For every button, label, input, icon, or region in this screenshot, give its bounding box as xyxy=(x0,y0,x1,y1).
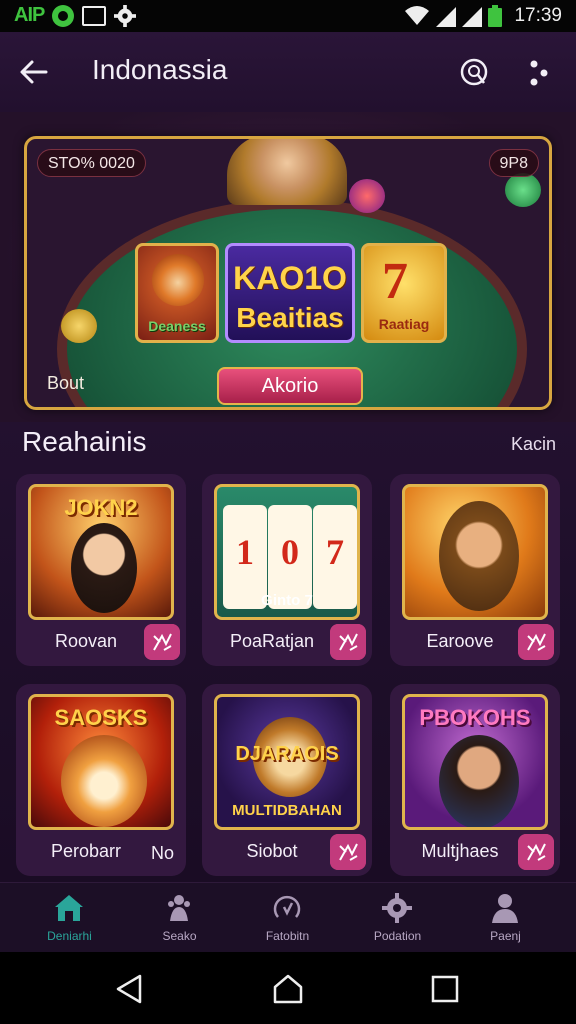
character-face xyxy=(439,501,519,611)
tile-right-number: 7 xyxy=(382,253,408,310)
status-app-text: AIP xyxy=(14,4,45,26)
nav-item-profile[interactable]: Paenj xyxy=(448,883,563,953)
banner-tag: Bout xyxy=(47,373,85,393)
recents-square-icon[interactable] xyxy=(428,972,462,1006)
game-card-label: Multjhaes xyxy=(421,841,499,861)
game-card[interactable]: SAOSKS Perobarr No xyxy=(16,684,186,876)
thumbnail-title: DJARAOIS xyxy=(235,743,339,765)
tile-center-bottom: Beaitias xyxy=(236,302,344,333)
signal-icon xyxy=(462,7,483,27)
thumbnail-subtitle: MULTIDBAHAN xyxy=(232,802,342,819)
nav-item-settings[interactable]: Podation xyxy=(340,883,455,953)
status-bar: AIP 17:39 xyxy=(0,0,576,32)
tile-right-label: Raatiag xyxy=(378,316,430,332)
nav-label: Podation xyxy=(373,929,422,943)
game-card[interactable]: PBOKOHS Multjhaes xyxy=(390,684,560,876)
game-thumbnail: JOKN2 xyxy=(28,484,174,620)
play-action-icon[interactable] xyxy=(518,834,554,870)
gear-icon xyxy=(114,4,137,27)
game-thumbnail: PBOKOHS xyxy=(402,694,548,830)
tile-left-label: Deaness xyxy=(148,318,206,334)
nav-item-home[interactable]: Deniarhi xyxy=(12,883,127,953)
dealer-figure xyxy=(227,139,347,205)
game-card-action-text[interactable]: No xyxy=(151,843,174,864)
game-thumbnail: DJARAOIS MULTIDBAHAN xyxy=(214,694,360,830)
back-arrow-icon[interactable] xyxy=(18,56,50,88)
banner-left-badge: STO% 0020 xyxy=(37,149,146,177)
game-card-label: Earoove xyxy=(426,631,494,651)
refresh-icon xyxy=(273,895,301,918)
character-face xyxy=(71,523,137,613)
chip-stack-icon xyxy=(505,173,541,207)
search-icon[interactable] xyxy=(458,56,492,90)
gear-icon xyxy=(382,893,412,923)
thumbnail-title: PBOKOHS xyxy=(419,705,531,730)
person-icon xyxy=(492,894,518,923)
tiger-face xyxy=(61,735,147,827)
game-thumbnail: 1 0 7 Ginto 7 xyxy=(214,484,360,620)
nav-item-refresh[interactable]: Fatobitn xyxy=(230,883,345,953)
game-card[interactable]: 1 0 7 Ginto 7 PoaRatjan xyxy=(202,474,372,666)
game-card[interactable]: Earoove xyxy=(390,474,560,666)
chip-stack-icon xyxy=(61,309,97,343)
play-action-icon[interactable] xyxy=(518,624,554,660)
page-title: Indonassia xyxy=(92,54,228,85)
lion-icon xyxy=(152,254,204,306)
nav-label: Deniarhi xyxy=(47,929,92,943)
back-triangle-icon[interactable] xyxy=(112,972,146,1006)
nav-item-users[interactable]: Seako xyxy=(122,883,237,953)
game-tile-seven[interactable]: 7 Raatiag xyxy=(361,243,447,343)
game-card-label: PoaRatjan xyxy=(229,631,315,651)
chip-stack-icon xyxy=(349,179,385,213)
character-face xyxy=(439,735,519,827)
game-card[interactable]: DJARAOIS MULTIDBAHAN Siobot xyxy=(202,684,372,876)
main-content: STO% 0020 9P8 Deaness KAO1O Beaitias 7 R… xyxy=(0,112,576,882)
system-navigation xyxy=(0,952,576,1024)
game-thumbnail xyxy=(402,484,548,620)
game-tile-lion[interactable]: Deaness xyxy=(135,243,219,343)
game-grid: JOKN2 Roovan 1 0 7 Ginto 7 PoaRatjan Ear… xyxy=(16,474,560,880)
battery-icon xyxy=(488,5,503,27)
status-time: 17:39 xyxy=(514,5,562,26)
image-icon xyxy=(82,5,107,26)
bottom-navigation: Deniarhi Seako Fatobitn Podation Paenj xyxy=(0,882,576,952)
game-thumbnail: SAOSKS xyxy=(28,694,174,830)
nav-label: Seako xyxy=(162,929,197,943)
section-title: Reahainis xyxy=(22,426,147,457)
home-circle-icon[interactable] xyxy=(271,972,305,1006)
game-card-label: Roovan xyxy=(54,631,118,651)
signal-icon xyxy=(436,7,457,27)
nav-label: Paenj xyxy=(490,929,521,943)
thumbnail-subtitle: Ginto 7 xyxy=(261,592,313,609)
game-card-label: Siobot xyxy=(246,841,298,861)
tile-center-top: KAO1O xyxy=(233,260,347,296)
banner-action-button[interactable]: Akorio xyxy=(217,367,363,405)
play-action-icon[interactable] xyxy=(330,834,366,870)
more-icon[interactable] xyxy=(522,56,556,90)
game-card[interactable]: JOKN2 Roovan xyxy=(16,474,186,666)
app-bar: Indonassia xyxy=(0,32,576,112)
section-see-all-link[interactable]: Kacin xyxy=(511,434,556,455)
game-card-label: Perobarr xyxy=(50,841,122,861)
home-icon xyxy=(55,895,83,921)
app-circle-icon xyxy=(52,4,75,27)
users-icon xyxy=(168,895,190,921)
thumbnail-title: SAOSKS xyxy=(54,705,148,730)
wifi-icon xyxy=(405,6,430,25)
nav-label: Fatobitn xyxy=(265,929,310,943)
play-action-icon[interactable] xyxy=(330,624,366,660)
play-action-icon[interactable] xyxy=(144,624,180,660)
banner-right-badge: 9P8 xyxy=(488,149,539,177)
thumbnail-title: JOKN2 xyxy=(64,495,138,520)
promo-banner[interactable]: STO% 0020 9P8 Deaness KAO1O Beaitias 7 R… xyxy=(24,136,552,410)
game-tile-featured[interactable]: KAO1O Beaitias xyxy=(225,243,355,343)
